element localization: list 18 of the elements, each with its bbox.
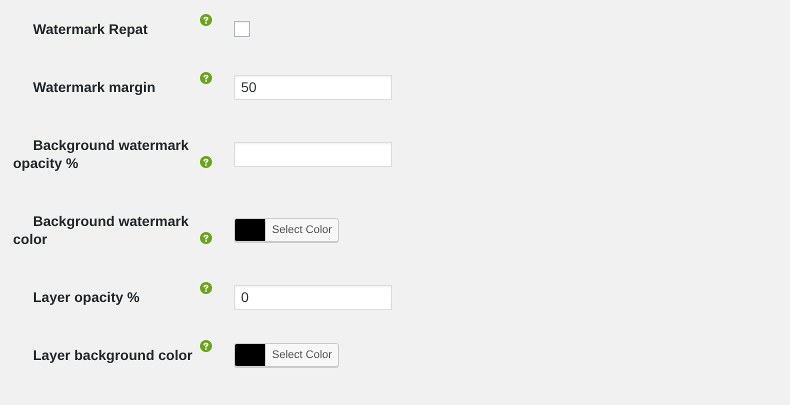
field-label: Layer background color	[32, 346, 194, 365]
help-icon[interactable]	[200, 14, 212, 26]
help-icon[interactable]	[200, 282, 212, 294]
help-icon[interactable]	[200, 340, 212, 352]
input-field[interactable]: 50	[234, 74, 392, 100]
help-icon[interactable]	[200, 232, 212, 244]
color-picker-button[interactable]: Select Color	[234, 218, 339, 242]
field-label: Watermark margin	[32, 78, 156, 97]
field-label: Watermark Repat	[32, 20, 149, 39]
field-label: Background watermark opacity %	[13, 136, 190, 173]
input-field[interactable]	[234, 142, 392, 166]
input-field[interactable]: 0	[234, 284, 392, 310]
field-label: Layer opacity %	[32, 288, 141, 307]
color-picker-button[interactable]: Select Color	[234, 343, 339, 367]
checkbox[interactable]	[234, 21, 250, 37]
help-icon[interactable]	[200, 72, 212, 84]
help-icon[interactable]	[200, 156, 212, 168]
field-label: Background watermark color	[13, 212, 190, 249]
